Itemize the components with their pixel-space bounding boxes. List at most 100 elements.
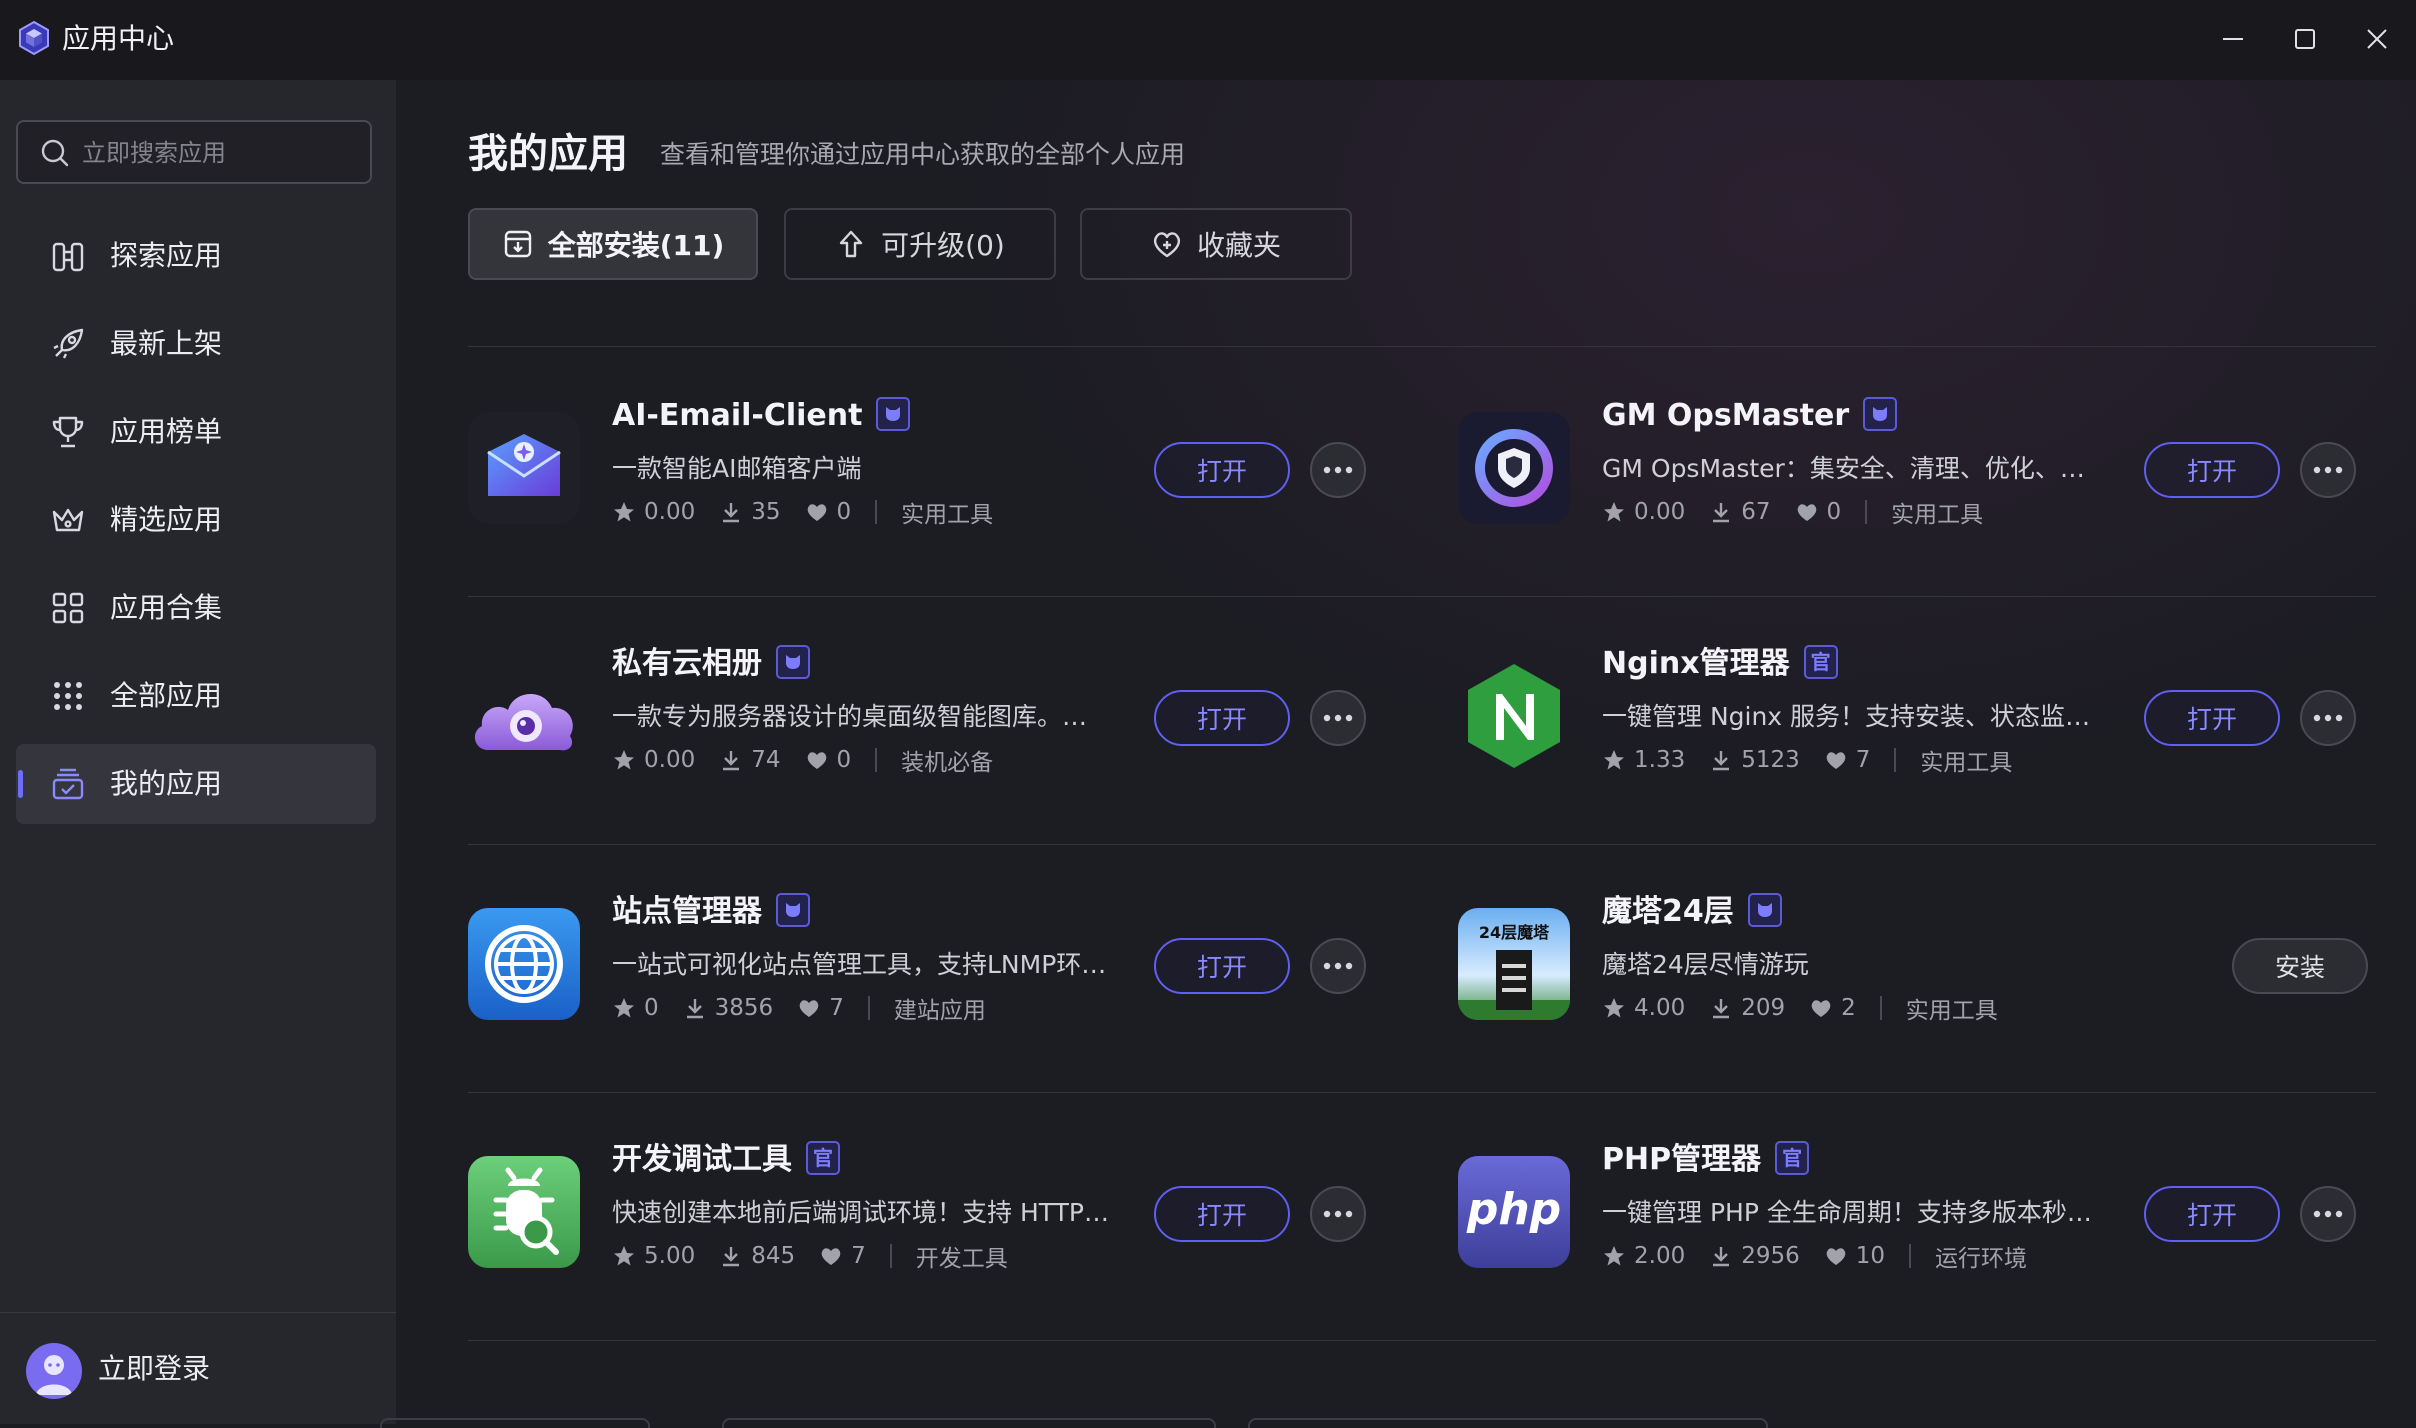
- app-icon: 24层魔塔: [1458, 908, 1570, 1020]
- heart-plus-icon: [1153, 232, 1180, 258]
- app-category[interactable]: 实用工具: [1906, 991, 1998, 1025]
- app-category[interactable]: 装机必备: [901, 743, 993, 777]
- more-button[interactable]: [2300, 690, 2356, 746]
- official-badge: 官: [1775, 1140, 1810, 1175]
- app-name[interactable]: 开发调试工具官: [612, 1138, 840, 1182]
- app-name[interactable]: 私有云相册: [612, 642, 810, 686]
- app-stats: 0 3856 7 建站应用: [612, 990, 986, 1026]
- sidebar: 探索应用 最新上架 应用榜单 精选应用 应用合集 全部应用 我的应用 立即登录: [0, 80, 396, 1424]
- app-card-magic-tower[interactable]: 24层魔塔 魔塔24层 魔塔24层尽情游玩 4.00 209 2 实用工具 安装: [1458, 866, 2368, 1066]
- sidebar-item-featured[interactable]: 精选应用: [16, 480, 376, 560]
- app-icon: [1458, 660, 1570, 772]
- open-button[interactable]: 打开: [2144, 1186, 2280, 1242]
- more-icon: [1323, 714, 1353, 722]
- app-stats: 5.00 845 7 开发工具: [612, 1238, 1008, 1274]
- divider: [468, 346, 2376, 347]
- app-category[interactable]: 运行环境: [1935, 1239, 2027, 1273]
- more-button[interactable]: [2300, 1186, 2356, 1242]
- install-button[interactable]: 安装: [2232, 938, 2368, 994]
- app-card-dev-debug-tool[interactable]: 开发调试工具官 快速创建本地前后端调试环境！支持 HTTP/S... 5.00 …: [468, 1114, 1366, 1314]
- app-category[interactable]: 建站应用: [894, 991, 986, 1025]
- official-badge: 官: [1803, 644, 1838, 679]
- tab-favorites[interactable]: 收藏夹: [1080, 208, 1352, 280]
- app-name[interactable]: Nginx管理器官: [1602, 642, 1838, 686]
- close-button[interactable]: [2354, 18, 2400, 60]
- minimize-button[interactable]: [2210, 18, 2256, 60]
- github-icon: [786, 654, 800, 669]
- app-category[interactable]: 实用工具: [1920, 743, 2012, 777]
- more-button[interactable]: [1310, 690, 1366, 746]
- app-name[interactable]: PHP管理器官: [1602, 1138, 1810, 1182]
- avatar[interactable]: [26, 1343, 82, 1399]
- open-button[interactable]: 打开: [1154, 938, 1290, 994]
- binoculars-icon: [52, 242, 84, 272]
- app-name[interactable]: 站点管理器: [612, 890, 810, 934]
- open-button[interactable]: 打开: [1154, 442, 1290, 498]
- cloud-camera-app-icon: [474, 693, 573, 751]
- heart-icon: [1811, 1000, 1831, 1017]
- page-title: 我的应用: [468, 131, 628, 177]
- sidebar-item-all-apps[interactable]: 全部应用: [16, 656, 376, 736]
- divider: [468, 844, 2376, 845]
- more-button[interactable]: [1310, 442, 1366, 498]
- app-category[interactable]: 实用工具: [1891, 495, 1983, 529]
- download-icon: [723, 503, 740, 523]
- app-card-ai-email-client[interactable]: AI-Email-Client 一款智能AI邮箱客户端 0.00 35 0 实用…: [468, 370, 1366, 570]
- icon-text: 24层魔塔: [1479, 923, 1550, 942]
- app-card-site-manager[interactable]: 站点管理器 一站式可视化站点管理工具，支持LNMP环境... 0 3856 7 …: [468, 866, 1366, 1066]
- github-icon: [1873, 406, 1888, 421]
- app-name[interactable]: GM OpsMaster: [1602, 394, 1898, 438]
- app-description: 快速创建本地前后端调试环境！支持 HTTP/S...: [612, 1198, 1112, 1227]
- app-downloads: 67: [1741, 499, 1771, 525]
- stats-separator: [1894, 748, 1897, 772]
- more-button[interactable]: [2300, 442, 2356, 498]
- php-app-icon: php: [1458, 1156, 1570, 1268]
- sidebar-item-latest[interactable]: 最新上架: [16, 304, 376, 384]
- app-icon: php: [1458, 1156, 1570, 1268]
- open-button[interactable]: 打开: [1154, 1186, 1290, 1242]
- app-category[interactable]: 实用工具: [901, 495, 993, 529]
- sidebar-item-label: 全部应用: [110, 679, 223, 712]
- sidebar-item-my-apps[interactable]: 我的应用: [16, 744, 376, 824]
- app-downloads: 2956: [1741, 1243, 1800, 1269]
- app-name[interactable]: 魔塔24层: [1602, 890, 1782, 934]
- app-category[interactable]: 开发工具: [916, 1239, 1008, 1273]
- app-card-nginx-manager[interactable]: Nginx管理器官 一键管理 Nginx 服务！支持安装、状态监控... 1.3…: [1458, 618, 2356, 818]
- sidebar-item-collections[interactable]: 应用合集: [16, 568, 376, 648]
- shield-app-icon: [1458, 412, 1570, 524]
- search-box[interactable]: [16, 120, 372, 184]
- rocket-icon: [53, 328, 84, 359]
- login-link[interactable]: 立即登录: [98, 1349, 210, 1389]
- stats-separator: [889, 1244, 892, 1268]
- github-badge: [876, 396, 911, 431]
- app-card-php-manager[interactable]: php PHP管理器官 一键管理 PHP 全生命周期！支持多版本秒级... 2.…: [1458, 1114, 2356, 1314]
- sidebar-item-label: 应用榜单: [110, 415, 223, 448]
- divider: [468, 1340, 2376, 1341]
- more-button[interactable]: [1310, 938, 1366, 994]
- open-button[interactable]: 打开: [1154, 690, 1290, 746]
- search-icon: [41, 139, 69, 167]
- app-rating: 1.33: [1634, 747, 1686, 773]
- heart-icon: [799, 1000, 819, 1017]
- search-input[interactable]: [80, 122, 364, 184]
- login-area[interactable]: 立即登录: [0, 1312, 396, 1425]
- open-button[interactable]: 打开: [2144, 442, 2280, 498]
- open-button[interactable]: 打开: [2144, 690, 2280, 746]
- close-icon: [2367, 29, 2387, 49]
- crown-icon: [52, 508, 84, 532]
- app-rating: 0.00: [1634, 499, 1686, 525]
- more-button[interactable]: [1310, 1186, 1366, 1242]
- app-card-private-cloud-album[interactable]: 私有云相册 一款专为服务器设计的桌面级智能图库。免 N... 0.00 74 0…: [468, 618, 1366, 818]
- sidebar-item-label: 应用合集: [110, 591, 223, 624]
- app-card-gm-opsmaster[interactable]: GM OpsMaster GM OpsMaster：集安全、清理、优化、分析..…: [1458, 370, 2356, 570]
- app-name[interactable]: AI-Email-Client: [612, 394, 911, 438]
- sidebar-item-ranking[interactable]: 应用榜单: [16, 392, 376, 472]
- tab-all-installed[interactable]: 全部安装(11): [468, 208, 758, 280]
- next-row-hint: [722, 1418, 1216, 1428]
- app-likes: 0: [836, 747, 852, 773]
- tab-upgradable[interactable]: 可升级(0): [784, 208, 1056, 280]
- sidebar-item-explore[interactable]: 探索应用: [16, 216, 376, 296]
- app-rating: 0.00: [644, 499, 696, 525]
- app-rating: 5.00: [644, 1243, 696, 1269]
- maximize-button[interactable]: [2282, 18, 2328, 60]
